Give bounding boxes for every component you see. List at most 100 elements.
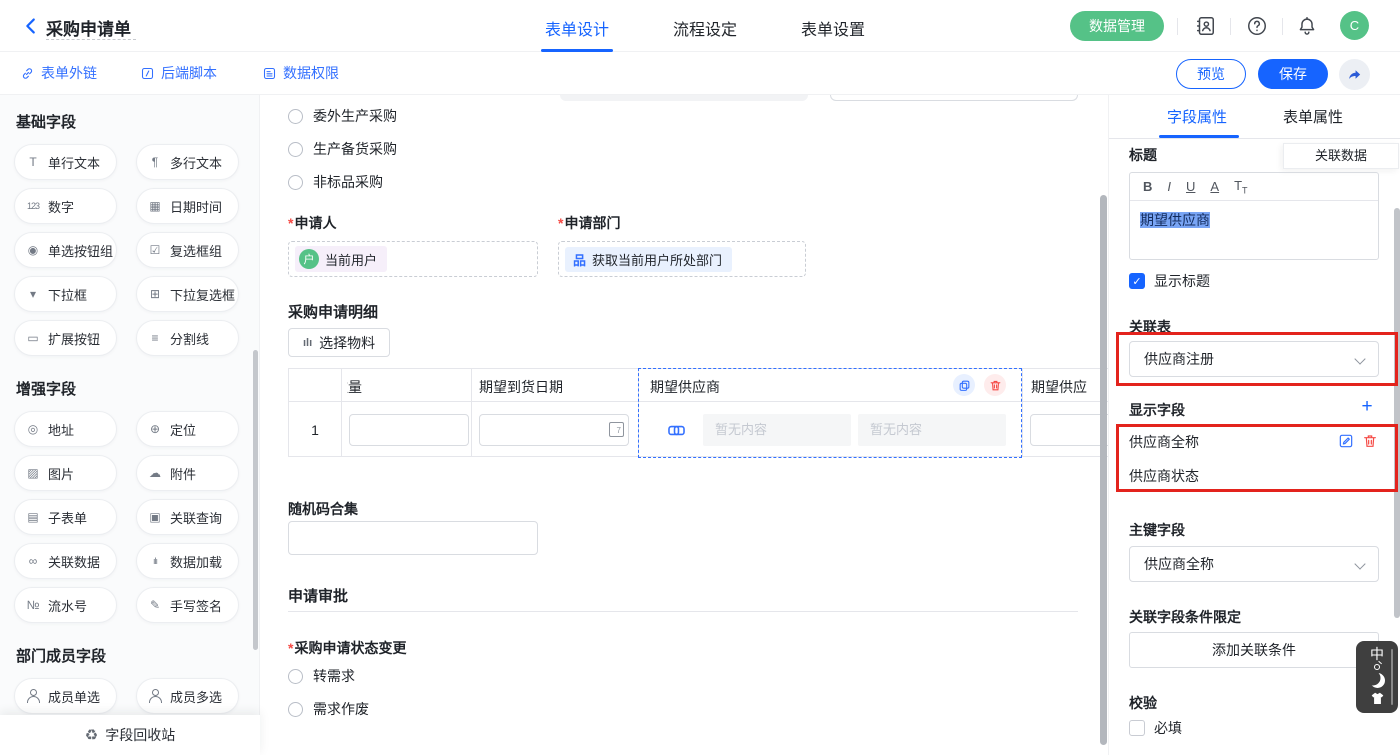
radio-option[interactable]: 需求作废 bbox=[288, 700, 369, 718]
detail-section-title: 采购申请明细 bbox=[288, 301, 378, 322]
delete-column-icon[interactable] bbox=[984, 374, 1006, 396]
font-size-button[interactable]: TT bbox=[1234, 178, 1247, 196]
sidebar-item-extend-button[interactable]: ▭扩展按钮 bbox=[14, 320, 117, 356]
sidebar-item-checkbox-group[interactable]: ☑复选框组 bbox=[136, 232, 239, 268]
sidebar-item-serial-number[interactable]: №流水号 bbox=[14, 587, 117, 623]
address-book-icon[interactable] bbox=[1194, 15, 1216, 37]
title-editor: B I U A TT 期望供应商 bbox=[1129, 172, 1379, 260]
show-title-row[interactable]: ✓ 显示标题 bbox=[1129, 271, 1210, 291]
basic-fields-grid: T单行文本 ¶多行文本 123数字 ▦日期时间 ◉单选按钮组 ☑复选框组 ▾下拉… bbox=[0, 144, 259, 356]
sidebar-item-radio-group[interactable]: ◉单选按钮组 bbox=[14, 232, 117, 268]
section-divider bbox=[288, 611, 1078, 612]
department-field[interactable]: 品 获取当前用户所处部门 bbox=[558, 241, 806, 277]
translate-icon[interactable]: 中 bbox=[1370, 647, 1384, 661]
sidebar-item-address[interactable]: ◎地址 bbox=[14, 411, 117, 447]
display-field-row: 供应商全称 bbox=[1129, 432, 1379, 452]
radio-option[interactable]: 非标品采购 bbox=[288, 173, 383, 191]
sidebar-item-image[interactable]: ▨图片 bbox=[14, 455, 117, 491]
share-button[interactable] bbox=[1339, 59, 1370, 90]
canvas-scrollbar[interactable] bbox=[1100, 195, 1107, 745]
quantity-input[interactable] bbox=[349, 414, 469, 446]
tab-field-properties[interactable]: 字段属性 bbox=[1167, 106, 1227, 127]
column-divider bbox=[638, 369, 639, 456]
delete-icon[interactable] bbox=[1362, 433, 1378, 449]
radio-icon[interactable] bbox=[288, 669, 303, 684]
radio-icon[interactable] bbox=[288, 109, 303, 124]
expected-date-input[interactable] bbox=[479, 414, 629, 446]
primary-key-select[interactable]: 供应商全称 bbox=[1129, 546, 1379, 582]
field-recycle-bin[interactable]: ♻ 字段回收站 bbox=[0, 715, 260, 755]
column-header-expected-supplier[interactable]: 期望供应商 bbox=[650, 377, 720, 397]
sidebar-item-multi-line-text[interactable]: ¶多行文本 bbox=[136, 144, 239, 180]
copy-column-icon[interactable] bbox=[953, 374, 975, 396]
radio-icon[interactable] bbox=[288, 142, 303, 157]
save-button[interactable]: 保存 bbox=[1258, 59, 1328, 89]
add-condition-button[interactable]: 添加关联条件 bbox=[1129, 632, 1379, 668]
linked-table-select[interactable]: 供应商注册 bbox=[1129, 341, 1379, 377]
help-icon[interactable] bbox=[1246, 15, 1268, 37]
sidebar-item-datetime[interactable]: ▦日期时间 bbox=[136, 188, 239, 224]
sidebar-item-number[interactable]: 123数字 bbox=[14, 188, 117, 224]
sidebar-item-attachment[interactable]: ☁附件 bbox=[136, 455, 239, 491]
tab-form-setting[interactable]: 表单设置 bbox=[801, 16, 865, 52]
sidebar-item-single-line-text[interactable]: T单行文本 bbox=[14, 144, 117, 180]
tab-form-properties[interactable]: 表单属性 bbox=[1283, 106, 1343, 127]
preview-button[interactable]: 预览 bbox=[1176, 59, 1246, 89]
edit-icon[interactable] bbox=[1338, 433, 1354, 449]
data-manage-button[interactable]: 数据管理 bbox=[1070, 11, 1164, 41]
column-divider bbox=[1022, 369, 1023, 456]
sidebar-item-member-multi[interactable]: 成员多选 bbox=[136, 678, 239, 714]
dark-mode-icon[interactable] bbox=[1370, 673, 1385, 688]
browser-extension-widget[interactable]: 中 bbox=[1356, 641, 1398, 713]
radio-option[interactable]: 委外生产采购 bbox=[288, 107, 397, 125]
select-material-button[interactable]: ılı 选择物料 bbox=[288, 328, 390, 357]
font-color-button[interactable]: A bbox=[1210, 179, 1219, 194]
user-avatar[interactable]: C bbox=[1340, 11, 1369, 40]
radio-icon[interactable] bbox=[288, 175, 303, 190]
panel-scrollbar[interactable] bbox=[1394, 208, 1400, 618]
form-canvas[interactable]: 委外生产采购 生产备货采购 非标品采购 *申请人 *申请部门 户 当前用户 品 … bbox=[260, 95, 1108, 755]
sidebar-item-member-single[interactable]: 成员单选 bbox=[14, 678, 117, 714]
back-icon[interactable] bbox=[20, 15, 42, 37]
applicant-field[interactable]: 户 当前用户 bbox=[288, 241, 538, 277]
title-editor-input[interactable]: 期望供应商 bbox=[1130, 201, 1378, 239]
italic-button[interactable]: I bbox=[1167, 179, 1171, 194]
form-external-link[interactable]: 表单外链 bbox=[20, 63, 97, 83]
sidebar-item-multi-select[interactable]: ⊞下拉复选框 bbox=[136, 276, 239, 312]
sidebar-item-select[interactable]: ▾下拉框 bbox=[14, 276, 117, 312]
sidebar-item-data-load[interactable]: ılı数据加载 bbox=[136, 543, 239, 579]
sidebar-item-location[interactable]: ⊕定位 bbox=[136, 411, 239, 447]
column-header-expected-supplier-next[interactable]: 期望供应 bbox=[1031, 377, 1087, 397]
required-checkbox-row[interactable]: 必填 bbox=[1129, 718, 1182, 738]
header-divider bbox=[1230, 18, 1231, 35]
bold-button[interactable]: B bbox=[1143, 179, 1152, 194]
radio-icon[interactable] bbox=[288, 702, 303, 717]
tab-form-design[interactable]: 表单设计 bbox=[545, 16, 609, 52]
tab-flow-setting[interactable]: 流程设定 bbox=[673, 16, 737, 52]
radio-option[interactable]: 生产备货采购 bbox=[288, 140, 397, 158]
add-display-field-button[interactable]: + bbox=[1357, 398, 1377, 418]
calendar-icon[interactable]: 7 bbox=[609, 422, 624, 437]
radio-option[interactable]: 转需求 bbox=[288, 667, 355, 685]
data-load-icon: ılı bbox=[146, 556, 164, 566]
backend-script-link[interactable]: 后端脚本 bbox=[140, 63, 217, 83]
user-icon: 户 bbox=[299, 249, 319, 269]
sidebar-item-signature[interactable]: ✎手写签名 bbox=[136, 587, 239, 623]
column-header-expected-date[interactable]: 期望到货日期 bbox=[479, 377, 563, 397]
header-divider bbox=[1282, 18, 1283, 35]
recycle-icon: ♻ bbox=[85, 726, 98, 744]
checkbox-unchecked-icon[interactable] bbox=[1129, 720, 1145, 736]
theme-icon[interactable] bbox=[1369, 691, 1386, 706]
data-permission-link[interactable]: 数据权限 bbox=[262, 63, 339, 83]
sidebar-item-subform[interactable]: ▤子表单 bbox=[14, 499, 117, 535]
sidebar-item-divider[interactable]: ≡分割线 bbox=[136, 320, 239, 356]
sidebar-item-linked-query[interactable]: ▣关联查询 bbox=[136, 499, 239, 535]
underline-button[interactable]: U bbox=[1186, 179, 1195, 194]
sidebar-scrollbar[interactable] bbox=[253, 350, 258, 650]
column-header-quantity[interactable]: 数量 bbox=[347, 377, 381, 397]
sidebar-item-linked-data[interactable]: ∞关联数据 bbox=[14, 543, 117, 579]
next-supplier-input[interactable] bbox=[1030, 414, 1108, 446]
bell-icon[interactable] bbox=[1296, 15, 1318, 37]
random-code-input[interactable] bbox=[288, 521, 538, 555]
checkbox-checked-icon[interactable]: ✓ bbox=[1129, 273, 1145, 289]
